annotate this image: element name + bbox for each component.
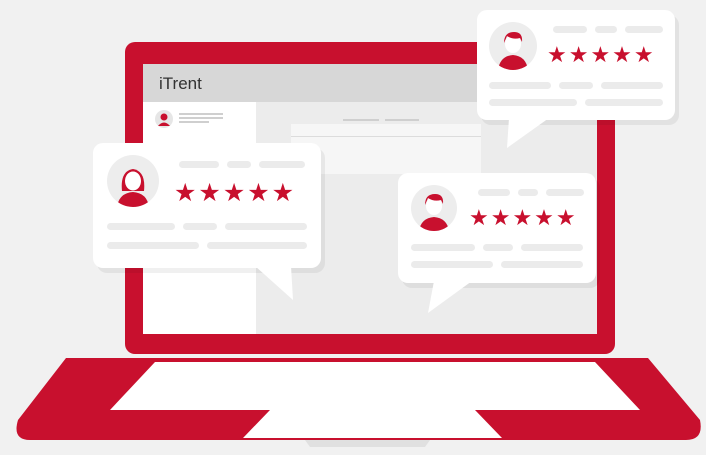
placeholder-line <box>411 244 475 251</box>
review-avatar <box>107 155 159 207</box>
placeholder-line <box>225 223 307 230</box>
review-card: ★★★★★ <box>398 173 596 283</box>
placeholder-line <box>559 82 593 89</box>
speech-tail <box>428 281 472 313</box>
placeholder-line <box>259 161 305 168</box>
rating-stars: ★★★★★ <box>174 178 297 207</box>
rating-stars: ★★★★★ <box>469 206 578 231</box>
placeholder-line <box>489 99 577 106</box>
placeholder-line <box>183 223 217 230</box>
male-user-icon <box>498 32 528 70</box>
placeholder-line <box>546 189 584 196</box>
placeholder-line <box>227 161 251 168</box>
speech-tail <box>507 118 549 148</box>
rating-stars: ★★★★★ <box>547 43 656 68</box>
placeholder-line <box>585 99 663 106</box>
placeholder-line <box>625 26 663 33</box>
placeholder-line <box>179 161 219 168</box>
placeholder-line <box>501 261 583 268</box>
placeholder-line <box>521 244 583 251</box>
placeholder-line <box>601 82 663 89</box>
placeholder-line <box>411 261 493 268</box>
review-avatar <box>489 22 537 70</box>
placeholder-line <box>107 223 175 230</box>
female-user-icon <box>117 169 149 207</box>
placeholder-line <box>595 26 617 33</box>
speech-tail <box>255 266 293 300</box>
placeholder-line <box>107 242 199 249</box>
male-user-icon <box>419 194 449 231</box>
review-avatar <box>411 185 457 231</box>
placeholder-line <box>483 244 513 251</box>
placeholder-line <box>553 26 587 33</box>
placeholder-line <box>207 242 307 249</box>
placeholder-line <box>478 189 510 196</box>
review-card: ★★★★★ <box>93 143 321 268</box>
placeholder-line <box>518 189 538 196</box>
placeholder-line <box>489 82 551 89</box>
review-card: ★★★★★ <box>477 10 675 120</box>
